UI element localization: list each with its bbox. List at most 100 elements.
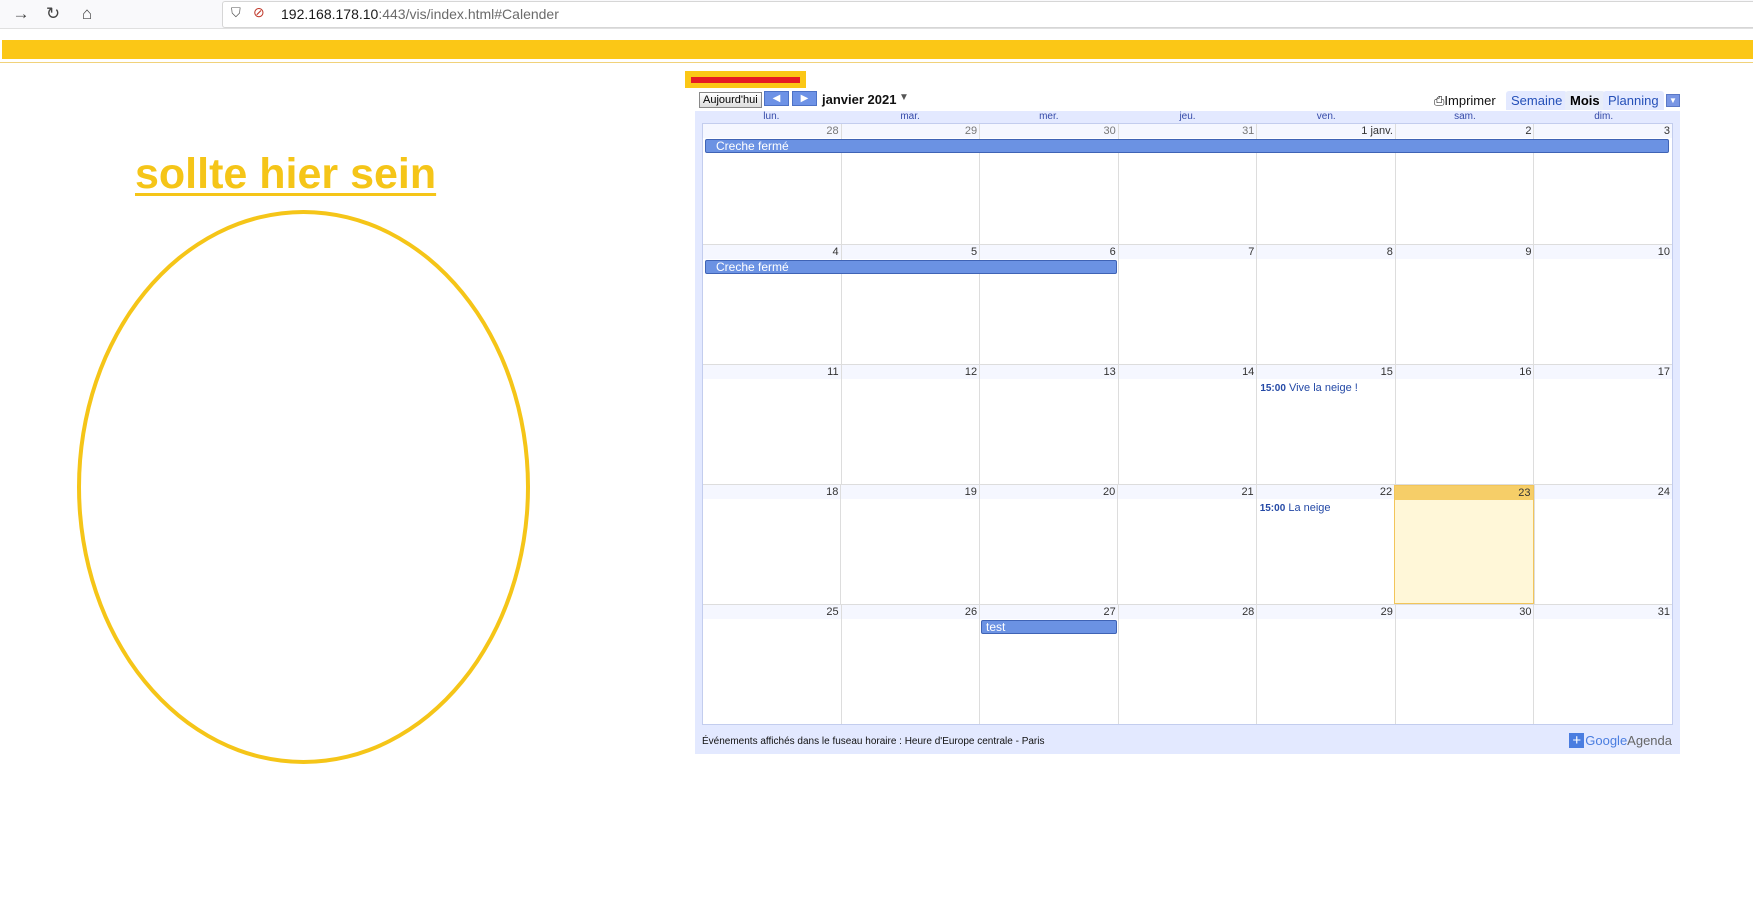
day-cell[interactable]: 15 15:00 Vive la neige ! <box>1256 365 1395 484</box>
day-cell-today[interactable]: 23 <box>1394 485 1534 604</box>
event-title: Vive la neige ! <box>1288 382 1358 394</box>
header-divider <box>0 62 1753 63</box>
next-month-button[interactable]: ▶ <box>792 91 817 106</box>
day-cell[interactable]: 28 <box>1117 605 1257 724</box>
day-header: lun. <box>763 111 780 122</box>
day-cell[interactable]: 29 <box>1256 605 1395 724</box>
event-test[interactable]: test <box>981 620 1117 634</box>
date-number[interactable]: 30 <box>980 124 1118 138</box>
date-number[interactable]: 29 <box>1257 605 1395 619</box>
day-cell[interactable]: 12 <box>840 365 980 484</box>
print-link[interactable]: ⎙Imprimer <box>1434 93 1496 109</box>
date-number[interactable]: 20 <box>979 485 1118 499</box>
day-cell[interactable]: 18 <box>703 485 841 604</box>
red-marker-widget <box>685 71 806 88</box>
date-number[interactable]: 6 <box>980 245 1118 259</box>
left-widget-link[interactable]: sollte hier sein <box>135 150 436 199</box>
day-cell[interactable]: 9 <box>1394 245 1534 364</box>
brand-agenda: Agenda <box>1627 733 1672 748</box>
date-number[interactable]: 12 <box>841 365 980 379</box>
week-row: 4 5 6 7 8 9 10 Creche fermé <box>703 244 1673 364</box>
date-number[interactable]: 5 <box>841 245 980 259</box>
event-creche-ferme[interactable]: Creche fermé <box>705 260 1117 274</box>
header-yellow-bar <box>2 40 1753 59</box>
prev-month-button[interactable]: ◀ <box>764 91 789 106</box>
day-cell[interactable]: 31 <box>1533 605 1673 724</box>
day-cell[interactable]: 8 <box>1256 245 1395 364</box>
date-number[interactable]: 13 <box>980 365 1118 379</box>
day-cell[interactable]: 20 <box>978 485 1118 604</box>
date-number[interactable]: 10 <box>1534 245 1673 259</box>
date-number[interactable]: 23 <box>1395 486 1533 500</box>
date-number[interactable]: 1 janv. <box>1257 124 1395 138</box>
event-creche-ferme[interactable]: Creche fermé <box>705 139 1669 153</box>
date-number[interactable]: 22 <box>1256 485 1395 499</box>
plus-icon: + <box>1569 733 1585 748</box>
day-header: dim. <box>1594 111 1614 122</box>
google-agenda-brand[interactable]: + GoogleAgenda <box>1569 733 1672 748</box>
date-number[interactable]: 3 <box>1534 124 1673 138</box>
day-cell[interactable]: 13 <box>979 365 1118 484</box>
tab-agenda[interactable]: Planning <box>1603 91 1664 110</box>
date-number[interactable]: 28 <box>1118 605 1257 619</box>
date-number[interactable]: 21 <box>1118 485 1256 499</box>
date-number[interactable]: 25 <box>703 605 841 619</box>
day-cell[interactable]: 19 <box>840 485 979 604</box>
date-number[interactable]: 16 <box>1395 365 1534 379</box>
event-time: 15:00 <box>1260 383 1286 394</box>
day-cell[interactable]: 30 <box>1394 605 1534 724</box>
day-cell[interactable]: 10 <box>1533 245 1673 364</box>
day-cell[interactable]: 11 <box>703 365 841 484</box>
date-number[interactable]: 2 <box>1395 124 1534 138</box>
event-vive-la-neige[interactable]: 15:00 Vive la neige ! <box>1260 382 1358 394</box>
week-row: 18 19 20 21 22 15:00 La neige 23 24 <box>703 484 1672 604</box>
tab-dropdown-icon[interactable]: ▼ <box>1666 94 1680 107</box>
shield-icon: ⛉ <box>231 5 241 20</box>
date-number[interactable]: 24 <box>1534 485 1672 499</box>
month-dropdown-icon[interactable]: ▼ <box>899 92 909 103</box>
date-number[interactable]: 27 <box>980 605 1118 619</box>
day-header: ven. <box>1316 111 1336 122</box>
red-marker-bar <box>691 77 800 83</box>
printer-icon: ⎙ <box>1434 93 1445 108</box>
day-cell[interactable]: 25 <box>703 605 841 724</box>
date-number[interactable]: 8 <box>1257 245 1395 259</box>
browser-toolbar: → ↻ ⌂ ⛉ ⊘ 192.168.178.10:443/vis/index.h… <box>0 0 1753 29</box>
day-cell[interactable]: 22 15:00 La neige <box>1255 485 1395 604</box>
date-number[interactable]: 18 <box>703 485 841 499</box>
date-number[interactable]: 15 <box>1257 365 1395 379</box>
date-number[interactable]: 7 <box>1118 245 1257 259</box>
day-header: jeu. <box>1179 111 1196 122</box>
day-cell[interactable]: 16 <box>1394 365 1534 484</box>
date-number[interactable]: 9 <box>1395 245 1534 259</box>
reload-icon[interactable]: ↻ <box>42 4 64 24</box>
day-cell[interactable]: 24 <box>1533 485 1672 604</box>
today-button[interactable]: Aujourd'hui <box>699 92 762 108</box>
day-cell[interactable]: 17 <box>1533 365 1673 484</box>
day-cell[interactable]: 7 <box>1117 245 1257 364</box>
date-number[interactable]: 29 <box>841 124 980 138</box>
home-icon[interactable]: ⌂ <box>76 4 98 24</box>
date-number[interactable]: 28 <box>703 124 841 138</box>
day-cell[interactable]: 26 <box>840 605 980 724</box>
month-label[interactable]: janvier 2021 <box>822 92 896 107</box>
date-number[interactable]: 31 <box>1534 605 1673 619</box>
day-cell[interactable]: 21 <box>1117 485 1256 604</box>
date-number[interactable]: 26 <box>841 605 980 619</box>
date-number[interactable]: 14 <box>1118 365 1257 379</box>
date-number[interactable]: 31 <box>1118 124 1257 138</box>
date-number[interactable]: 30 <box>1395 605 1534 619</box>
address-bar[interactable]: ⛉ ⊘ 192.168.178.10:443/vis/index.html#Ca… <box>222 1 1753 28</box>
date-number[interactable]: 17 <box>1534 365 1673 379</box>
date-number[interactable]: 4 <box>703 245 841 259</box>
tab-week[interactable]: Semaine <box>1506 91 1568 110</box>
url-text: 192.168.178.10:443/vis/index.html#Calend… <box>281 6 559 22</box>
forward-icon[interactable]: → <box>10 4 32 24</box>
date-number[interactable]: 11 <box>703 365 841 379</box>
tab-month[interactable]: Mois <box>1565 91 1605 110</box>
calendar-footer: Événements affichés dans le fuseau horai… <box>695 730 1680 754</box>
event-la-neige[interactable]: 15:00 La neige <box>1260 502 1331 514</box>
date-number[interactable]: 19 <box>841 485 979 499</box>
day-cell[interactable]: 14 <box>1117 365 1257 484</box>
day-header: sam. <box>1454 111 1476 122</box>
